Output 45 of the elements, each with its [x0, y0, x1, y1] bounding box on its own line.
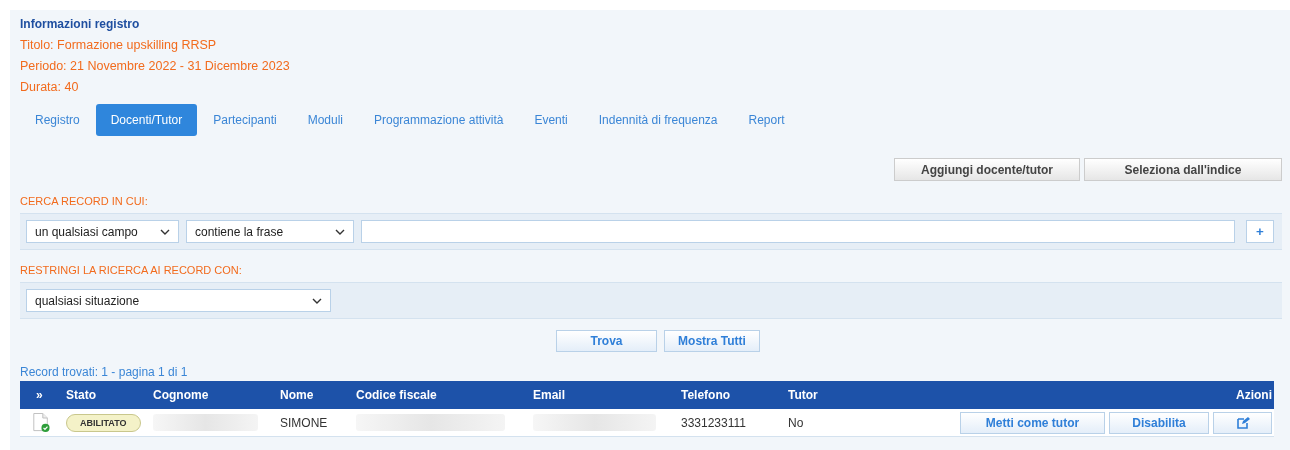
table-cell: 3331233111: [681, 415, 746, 430]
column-header: Cognome: [152, 388, 210, 402]
info-line: Durata: 40: [20, 80, 80, 94]
tab[interactable]: Partecipanti: [198, 104, 292, 136]
tab[interactable]: Registro: [20, 104, 95, 136]
status-badge: ABILITATO: [66, 413, 141, 432]
field-select[interactable]: un qualsiasi campo: [26, 220, 179, 243]
column-header: »: [35, 388, 44, 402]
tab[interactable]: Moduli: [292, 104, 358, 136]
tab[interactable]: Indennità di frequenza: [583, 104, 733, 136]
column-header: Telefono: [680, 388, 732, 402]
section-label: RESTRINGI LA RICERCA AI RECORD CON:: [20, 264, 243, 278]
edit-button[interactable]: [1213, 411, 1272, 434]
column-header: Azioni: [1235, 388, 1273, 402]
column-header: Nome: [279, 388, 315, 402]
info-line: Periodo: 21 Novembre 2022 - 31 Dicembre 2023: [20, 59, 291, 73]
search-button[interactable]: Trova: [556, 330, 657, 352]
tab[interactable]: Report: [733, 104, 800, 136]
results-summary: Record trovati: 1 - pagina 1 di 1: [20, 365, 189, 379]
row-action-button[interactable]: Metti come tutor: [960, 411, 1105, 434]
row-action-button[interactable]: Disabilita: [1109, 411, 1209, 434]
table-cell: No: [788, 415, 804, 430]
column-header: Stato: [65, 388, 97, 402]
section-label: CERCA RECORD IN CUI:: [20, 195, 149, 209]
chevron-down-icon: [160, 228, 170, 235]
tab[interactable]: Docenti/Tutor: [95, 104, 198, 136]
column-header: Codice fiscale: [355, 388, 438, 402]
section-heading: Informazioni registro: [20, 17, 141, 31]
info-line: Titolo: Formazione upskilling RRSP: [20, 38, 218, 52]
table-cell: SIMONE: [280, 415, 328, 430]
tab[interactable]: Eventi: [519, 104, 583, 136]
document-check-icon: [32, 412, 50, 433]
status-select[interactable]: qualsiasi situazione: [26, 289, 331, 312]
column-header: Tutor: [787, 388, 819, 402]
action-button[interactable]: Seleziona dall'indice: [1084, 158, 1282, 181]
action-button[interactable]: Aggiungi docente/tutor: [894, 158, 1080, 181]
tab[interactable]: Programmazione attività: [359, 104, 519, 136]
search-button[interactable]: Mostra Tutti: [664, 330, 760, 352]
edit-icon: [1235, 415, 1250, 430]
chevron-down-icon: [335, 228, 345, 235]
search-field[interactable]: [361, 220, 1235, 243]
column-header: Email: [532, 388, 566, 402]
chevron-down-icon: [312, 297, 322, 304]
add-button[interactable]: +: [1246, 220, 1274, 243]
operator-select[interactable]: contiene la frase: [186, 220, 354, 243]
